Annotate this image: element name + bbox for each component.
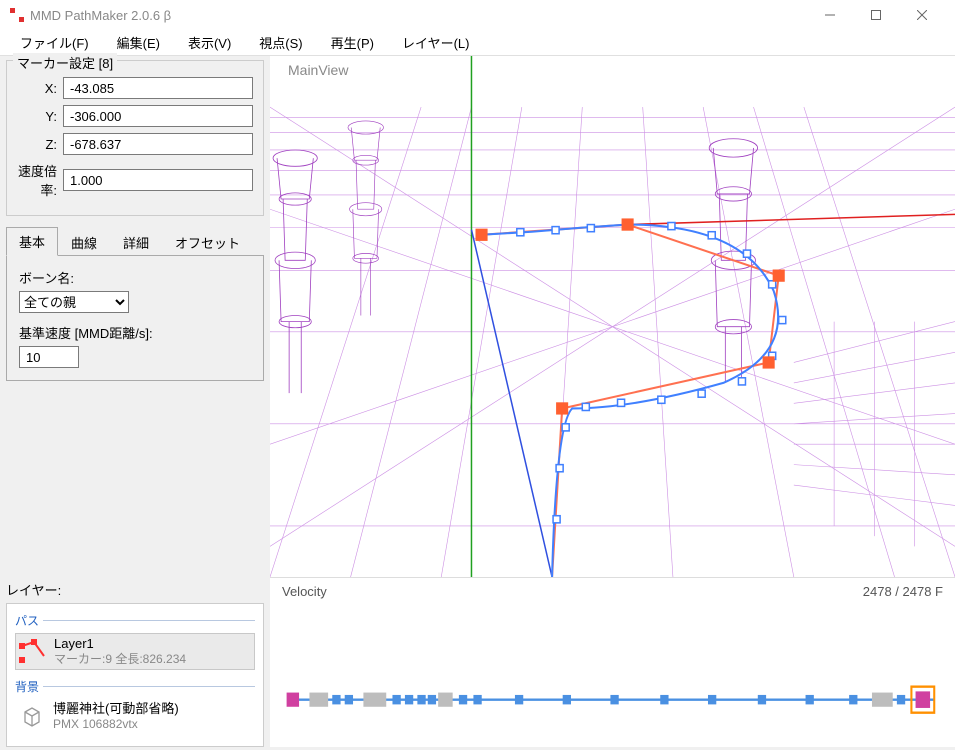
base-speed-label: 基準速度 [MMD距離/s]: — [19, 323, 251, 342]
window-title: MMD PathMaker 2.0.6 β — [30, 8, 807, 23]
layer1-sub: マーカー:9 全長:826.234 — [54, 652, 186, 667]
tab-content-basic: ボーン名: 全ての親 基準速度 [MMD距離/s]: — [6, 256, 264, 381]
layer-item-layer1[interactable]: Layer1 マーカー:9 全長:826.234 — [15, 633, 255, 670]
path-icon — [18, 636, 48, 666]
mainview-label: MainView — [288, 62, 348, 78]
menu-bar: ファイル(F) 編集(E) 表示(V) 視点(S) 再生(P) レイヤー(L) — [0, 30, 955, 56]
menu-edit[interactable]: 編集(E) — [103, 29, 174, 56]
marker-settings-group: マーカー設定 [8] X: Y: Z: 速度倍率: — [6, 60, 264, 216]
layers-panel: パス Layer1 マーカー:9 全長:826.234 背景 — [6, 603, 264, 748]
x-label: X: — [17, 81, 63, 96]
velocity-timeline[interactable] — [270, 605, 955, 747]
menu-view[interactable]: 表示(V) — [174, 29, 245, 56]
velocity-frames: 2478 / 2478 F — [863, 584, 943, 599]
speed-mult-input[interactable] — [63, 169, 253, 191]
marker-settings-title: マーカー設定 [8] — [13, 53, 117, 72]
title-bar: MMD PathMaker 2.0.6 β — [0, 0, 955, 30]
velocity-label: Velocity — [282, 584, 327, 599]
menu-viewpoint[interactable]: 視点(S) — [245, 29, 316, 56]
menu-play[interactable]: 再生(P) — [317, 29, 388, 56]
layer1-name: Layer1 — [54, 636, 186, 652]
x-input[interactable] — [63, 77, 253, 99]
left-panel: マーカー設定 [8] X: Y: Z: 速度倍率: 基本 曲線 詳細 オフセット — [0, 56, 270, 747]
bone-name-select[interactable]: 全ての親 — [19, 291, 129, 313]
tab-basic[interactable]: 基本 — [6, 227, 58, 256]
z-input[interactable] — [63, 133, 253, 155]
tab-curve[interactable]: 曲線 — [58, 228, 110, 256]
layer-item-bg[interactable]: 博麗神社(可動部省略) PMX 106882vtx — [15, 699, 255, 734]
minimize-button[interactable] — [807, 0, 853, 30]
tab-bar: 基本 曲線 詳細 オフセット — [6, 226, 264, 256]
close-button[interactable] — [899, 0, 945, 30]
y-label: Y: — [17, 109, 63, 124]
layers-section-label: レイヤー: — [6, 580, 264, 599]
y-input[interactable] — [63, 105, 253, 127]
maximize-button[interactable] — [853, 0, 899, 30]
menu-layer[interactable]: レイヤー(L) — [388, 29, 484, 56]
base-speed-input[interactable] — [19, 346, 79, 368]
layers-path-heading: パス — [15, 612, 255, 629]
app-icon — [10, 8, 24, 22]
tab-offset[interactable]: オフセット — [162, 228, 253, 256]
z-label: Z: — [17, 137, 63, 152]
speed-mult-label: 速度倍率: — [17, 161, 63, 199]
menu-file[interactable]: ファイル(F) — [6, 29, 103, 56]
cube-icon — [17, 701, 47, 731]
layers-bg-heading: 背景 — [15, 678, 255, 695]
tab-detail[interactable]: 詳細 — [110, 228, 162, 256]
bg-sub: PMX 106882vtx — [53, 717, 179, 732]
velocity-panel: Velocity 2478 / 2478 F — [270, 577, 955, 747]
bone-name-label: ボーン名: — [19, 268, 251, 287]
bg-name: 博麗神社(可動部省略) — [53, 701, 179, 717]
main-viewport[interactable]: MainView — [270, 56, 955, 577]
